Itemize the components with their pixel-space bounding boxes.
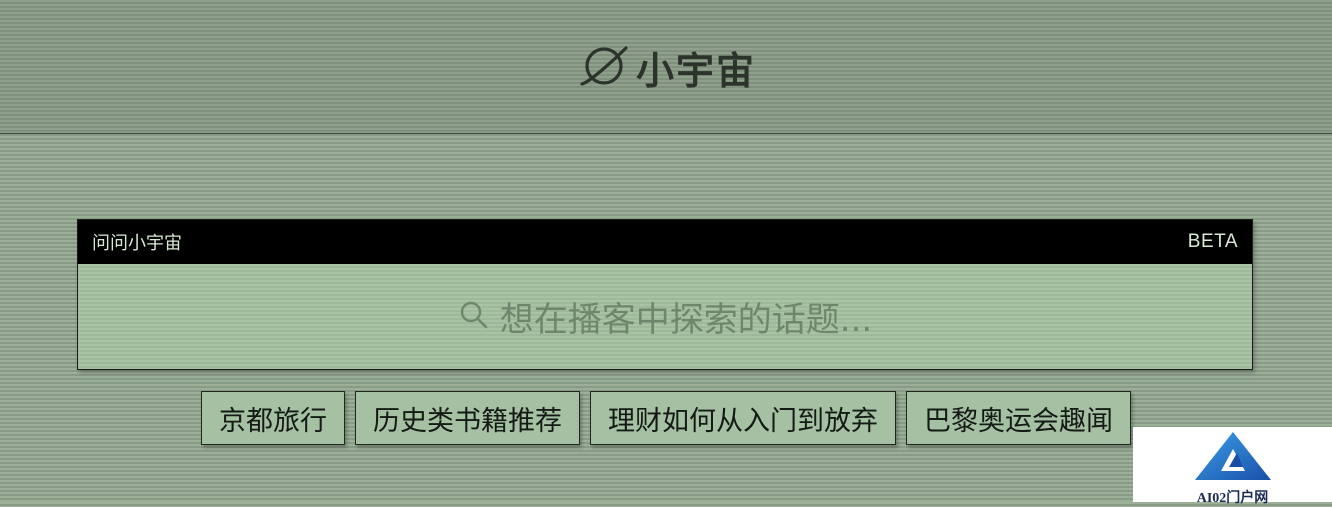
brand-name: 小宇宙 <box>635 49 756 93</box>
beta-badge: BETA <box>1187 231 1238 252</box>
site-header: 小宇宙 <box>0 0 1332 134</box>
watermark: AI02门户网 <box>1133 427 1332 506</box>
watermark-text: AI02门户网 <box>1196 491 1269 506</box>
ask-panel-header: 问问小宇宙 BETA <box>78 220 1252 264</box>
search-area: 想在播客中探索的话题... <box>78 264 1256 415</box>
ask-panel: 问问小宇宙 BETA 想在播客中探索的话题... <box>77 219 1256 415</box>
ask-panel-title: 问问小宇宙 <box>92 233 182 254</box>
topic-chip[interactable]: 巴黎奥运会趣闻 <box>906 391 1131 445</box>
triangle-logo-icon <box>1193 427 1273 487</box>
planet-icon <box>576 42 632 94</box>
topic-chip[interactable]: 历史类书籍推荐 <box>355 391 580 445</box>
brand-logo[interactable]: 小宇宙 <box>576 40 756 95</box>
topic-chip[interactable]: 理财如何从入门到放弃 <box>590 391 896 445</box>
topic-chip[interactable]: 京都旅行 <box>201 391 345 445</box>
